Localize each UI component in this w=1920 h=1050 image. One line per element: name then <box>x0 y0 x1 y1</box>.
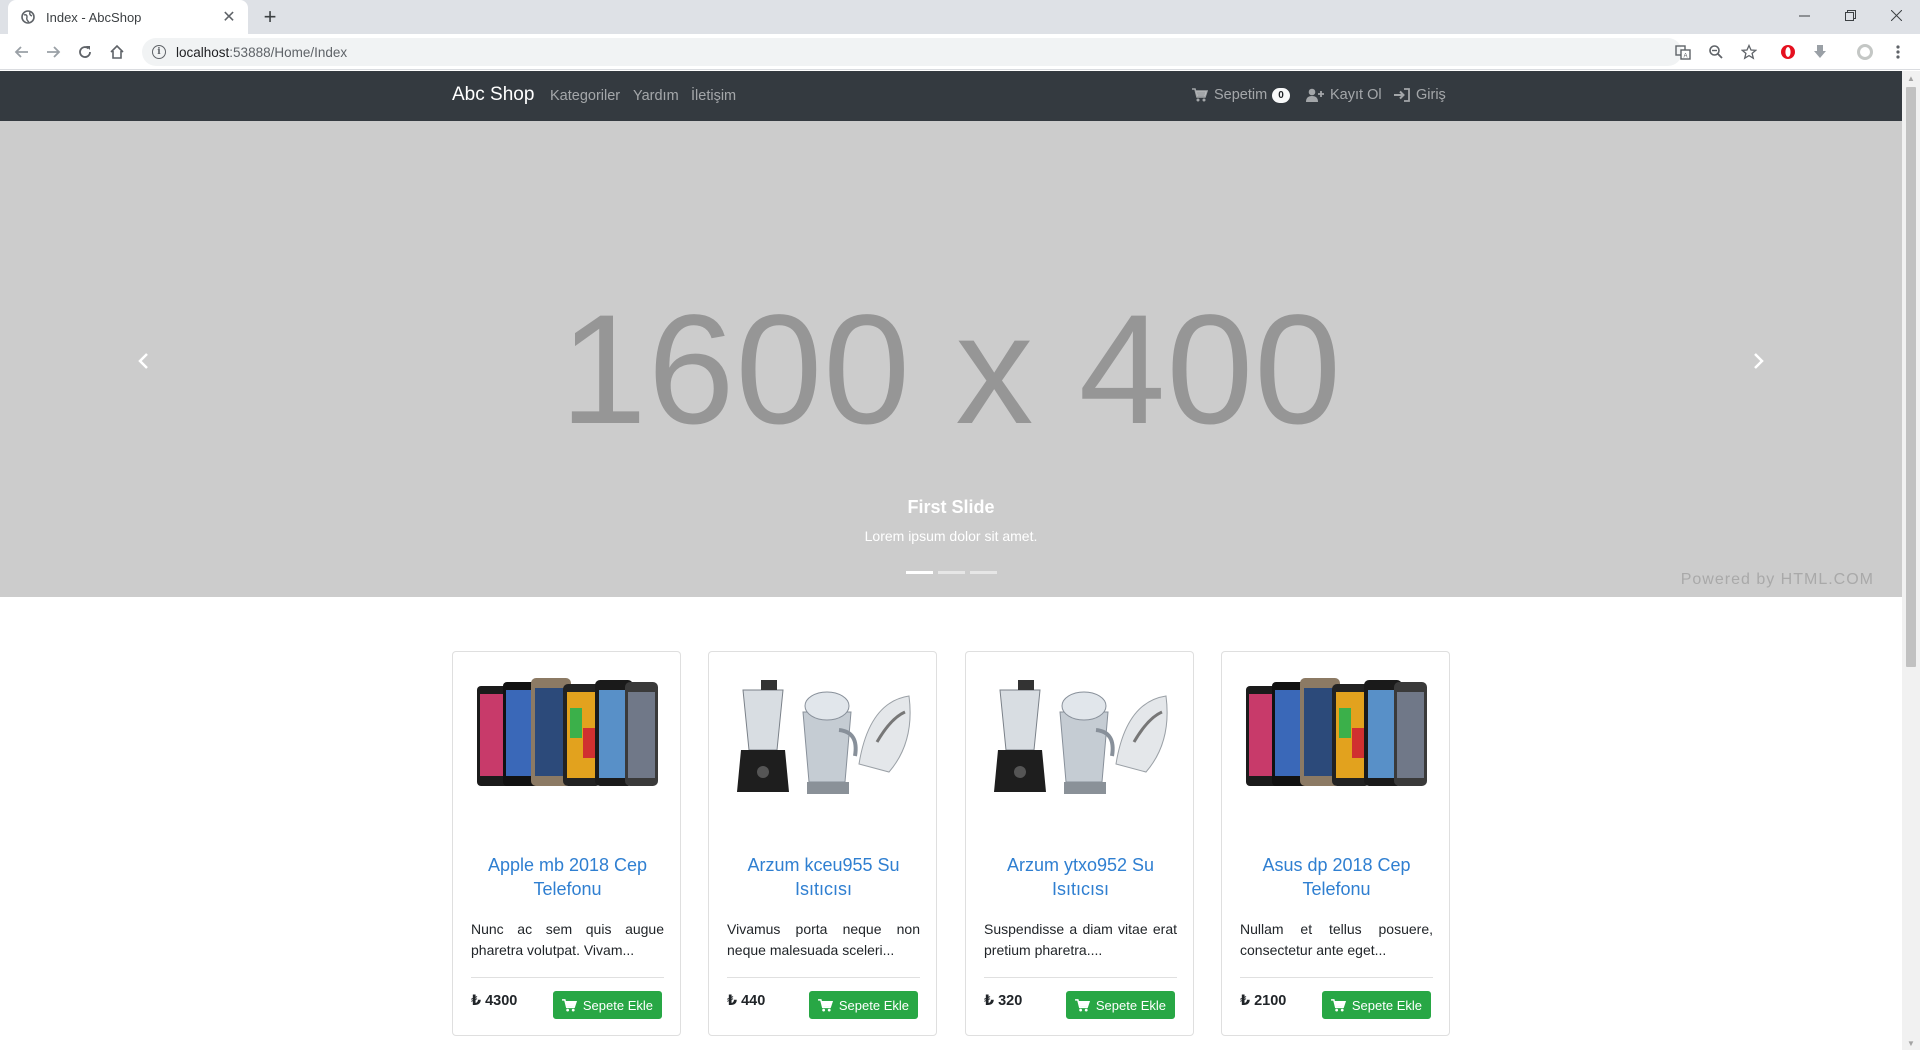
cart-icon <box>1074 998 1090 1012</box>
cart-icon <box>1330 998 1346 1012</box>
powered-by-text: Powered by HTML.COM <box>1680 571 1874 588</box>
product-description: Nullam et tellus posuere, consectetur an… <box>1240 921 1433 958</box>
user-plus-icon <box>1306 88 1324 102</box>
page-scrollbar[interactable]: ▲ ▼ <box>1902 71 1920 1050</box>
forward-icon[interactable] <box>41 40 65 64</box>
browser-menu-icon[interactable] <box>1888 42 1908 62</box>
tab-close-icon[interactable]: ✕ <box>220 8 238 26</box>
download-extension-icon[interactable] <box>1810 42 1830 62</box>
add-to-cart-button[interactable]: Sepete Ekle <box>808 991 918 1019</box>
carousel-prev-icon[interactable] <box>128 346 158 376</box>
cart-label: Sepetim <box>1214 87 1268 103</box>
url-host: localhost <box>176 44 230 60</box>
scroll-up-arrow-icon[interactable]: ▲ <box>1902 71 1920 85</box>
tab-title: Index - AbcShop <box>46 9 142 25</box>
info-icon[interactable]: i <box>152 45 166 59</box>
product-description: Nunc ac sem quis augue pharetra volutpat… <box>471 921 664 958</box>
browser-toolbar: i localhost:53888/Home/Index A <box>0 34 1920 70</box>
browser-tabstrip: Index - AbcShop ✕ + <box>0 0 1920 34</box>
scroll-thumb[interactable] <box>1906 87 1916 667</box>
add-to-cart-label: Sepete Ekle <box>1351 997 1422 1013</box>
cart-icon <box>817 998 833 1012</box>
product-title[interactable]: Arzum ytxo952 Su Isıtıcısı <box>976 853 1185 901</box>
reload-icon[interactable] <box>73 40 97 64</box>
close-window-icon[interactable] <box>1873 0 1919 30</box>
product-price: ₺ 4300 <box>471 993 518 1009</box>
restore-icon[interactable] <box>1827 0 1873 30</box>
login-link[interactable]: Giriş <box>1394 87 1446 103</box>
new-tab-icon[interactable]: + <box>258 4 282 29</box>
cart-count-badge: 0 <box>1272 87 1290 103</box>
site-navbar: Abc Shop Kategoriler Yardım İletişim Sep… <box>0 71 1902 121</box>
carousel-indicator-3[interactable] <box>970 571 997 574</box>
minimize-icon[interactable] <box>1781 0 1827 30</box>
carousel-caption-text: Lorem ipsum dolor sit amet. <box>864 528 1038 544</box>
back-icon[interactable] <box>10 40 34 64</box>
svg-text:A: A <box>1684 54 1688 60</box>
card-divider <box>1240 977 1433 978</box>
nav-link-kategoriler[interactable]: Kategoriler <box>550 88 620 104</box>
product-image-phones[interactable] <box>471 664 664 804</box>
product-title[interactable]: Asus dp 2018 Cep Telefonu <box>1232 853 1441 901</box>
add-to-cart-button[interactable]: Sepete Ekle <box>1065 991 1175 1019</box>
address-bar[interactable]: i localhost:53888/Home/Index <box>142 38 1682 66</box>
add-to-cart-label: Sepete Ekle <box>838 997 909 1013</box>
add-to-cart-label: Sepete Ekle <box>1095 997 1166 1013</box>
product-description: Suspendisse a diam vitae erat pretium ph… <box>984 921 1177 958</box>
browser-tab[interactable]: Index - AbcShop ✕ <box>8 0 248 34</box>
home-icon[interactable] <box>105 40 129 64</box>
product-card: Apple mb 2018 Cep Telefonu Nunc ac sem q… <box>452 651 681 1036</box>
hero-carousel: 1600 x 400 Powered by HTML.COM First Sli… <box>0 121 1902 597</box>
product-card: Arzum kceu955 Su Isıtıcısı Vivamus porta… <box>708 651 937 1036</box>
add-to-cart-button[interactable]: Sepete Ekle <box>552 991 662 1019</box>
scroll-down-arrow-icon[interactable]: ▼ <box>1902 1036 1920 1050</box>
url-path: :53888/Home/Index <box>229 44 348 60</box>
add-to-cart-label: Sepete Ekle <box>582 997 653 1013</box>
card-divider <box>984 977 1177 978</box>
cart-link[interactable]: Sepetim 0 <box>1192 87 1290 103</box>
carousel-indicators <box>906 571 997 574</box>
nav-link-iletisim[interactable]: İletişim <box>691 88 736 104</box>
product-title[interactable]: Arzum kceu955 Su Isıtıcısı <box>719 853 928 901</box>
profile-avatar-icon[interactable] <box>1855 42 1875 62</box>
product-image-appliances[interactable] <box>984 664 1177 804</box>
product-price: ₺ 320 <box>984 993 1023 1009</box>
product-title[interactable]: Apple mb 2018 Cep Telefonu <box>463 853 672 901</box>
translate-icon[interactable]: A <box>1673 42 1693 62</box>
login-label: Giriş <box>1416 87 1446 103</box>
opera-extension-icon[interactable] <box>1778 42 1798 62</box>
brand-logo[interactable]: Abc Shop <box>452 84 534 106</box>
register-link[interactable]: Kayıt Ol <box>1306 87 1382 103</box>
sign-in-icon <box>1394 88 1410 102</box>
register-label: Kayıt Ol <box>1330 87 1382 103</box>
product-image-appliances[interactable] <box>727 664 920 804</box>
product-price: ₺ 440 <box>727 993 766 1009</box>
carousel-indicator-2[interactable] <box>938 571 965 574</box>
carousel-placeholder-text: 1600 x 400 <box>559 283 1342 457</box>
product-card: Asus dp 2018 Cep Telefonu Nullam et tell… <box>1221 651 1450 1036</box>
product-grid: Apple mb 2018 Cep Telefonu Nunc ac sem q… <box>452 651 1450 1036</box>
product-price: ₺ 2100 <box>1240 993 1287 1009</box>
nav-link-yardim[interactable]: Yardım <box>633 88 679 104</box>
zoom-icon[interactable] <box>1706 42 1726 62</box>
product-description: Vivamus porta neque non neque malesuada … <box>727 921 920 958</box>
card-divider <box>471 977 664 978</box>
product-card: Arzum ytxo952 Su Isıtıcısı Suspendisse a… <box>965 651 1194 1036</box>
carousel-caption: First Slide Lorem ipsum dolor sit amet. <box>0 497 1902 544</box>
carousel-caption-title: First Slide <box>907 497 995 517</box>
card-divider <box>727 977 920 978</box>
carousel-indicator-1[interactable] <box>906 571 933 574</box>
cart-icon <box>561 998 577 1012</box>
add-to-cart-button[interactable]: Sepete Ekle <box>1321 991 1431 1019</box>
product-image-phones[interactable] <box>1240 664 1433 804</box>
cart-icon <box>1192 88 1208 102</box>
bookmark-star-icon[interactable] <box>1739 42 1759 62</box>
carousel-next-icon[interactable] <box>1744 346 1774 376</box>
globe-icon <box>20 9 36 25</box>
